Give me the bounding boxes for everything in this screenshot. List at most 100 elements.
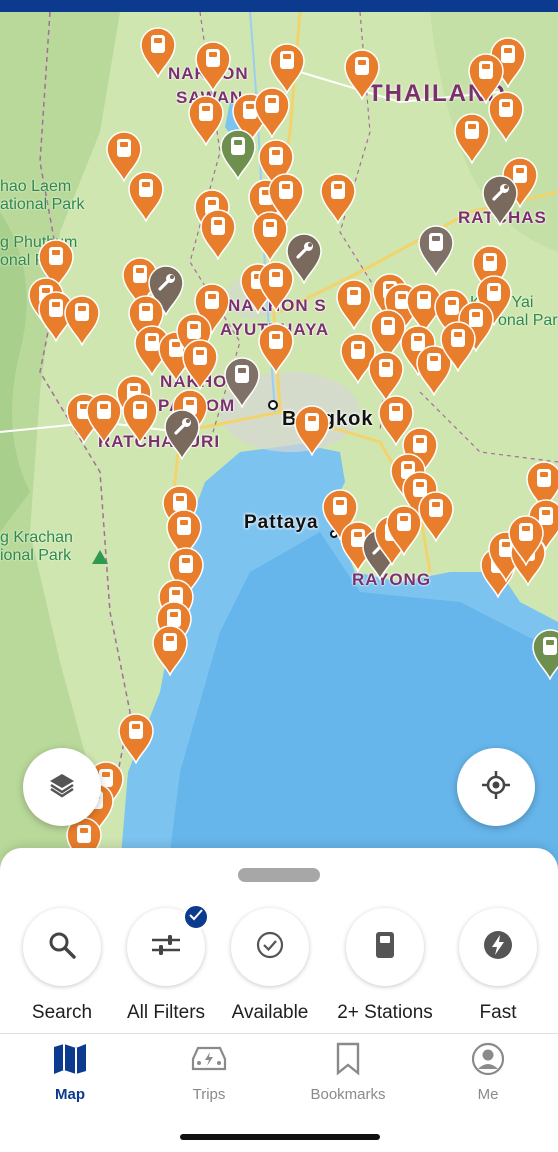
charger-icon [163,633,177,651]
bottom-tab-bar: Map Trips Bookmarks Me [0,1033,558,1152]
charger-icon [465,121,479,139]
charger-icon [417,291,431,309]
tab-label: Trips [192,1086,226,1103]
charger-icon [381,317,395,335]
locate-icon [480,769,512,806]
charger-icon [280,51,294,69]
tab-label: Bookmarks [310,1086,386,1103]
charging-station-pin[interactable] [531,628,558,680]
tab-bookmarks[interactable]: Bookmarks [283,1042,413,1103]
charging-station-pin[interactable] [257,322,295,374]
charger-icon [231,137,245,155]
charger-icon [269,147,283,165]
active-filter-badge [183,904,209,930]
check-circle-icon [255,930,285,965]
charging-station-pin[interactable] [343,48,381,100]
charging-station-pin[interactable] [385,504,423,556]
filter-2plus-stations-button[interactable] [346,908,424,986]
charger-icon [413,435,427,453]
park-label: g Krachan [0,529,73,546]
charger-icon [269,269,283,287]
filter-available[interactable]: Available [215,908,325,1024]
charging-station-pin[interactable] [151,624,189,676]
charger-icon [187,321,201,339]
tab-map[interactable]: Map [5,1042,135,1103]
charging-station-pin[interactable] [257,260,295,312]
filter-search[interactable]: Search [7,908,117,1024]
charging-station-pin[interactable] [293,404,331,456]
sliders-icon [150,931,182,964]
charging-station-pin[interactable] [439,320,477,372]
charging-station-pin[interactable] [223,356,261,408]
filter-all-filters[interactable]: All Filters [111,904,221,1024]
charging-station-pin[interactable] [194,40,232,92]
filter-2plus-stations[interactable]: 2+ Stations [330,908,440,1024]
filter-label: All Filters [126,1002,206,1023]
service-station-pin[interactable] [481,174,519,226]
status-bar-strip [0,0,558,12]
charging-station-pin[interactable] [507,514,545,566]
charger-icon [129,721,143,739]
filter-fast-button[interactable] [459,908,537,986]
user-icon [471,1042,505,1081]
tab-trips[interactable]: Trips [144,1042,274,1103]
charger-icon [97,401,111,419]
charging-station-pin[interactable] [121,392,159,444]
charger-icon [543,637,557,655]
charger-icon [77,825,91,843]
charging-station-pin[interactable] [117,712,155,764]
charging-station-pin[interactable] [319,172,357,224]
charging-station-pin[interactable] [487,90,525,142]
filter-all-filters-button[interactable] [127,904,209,986]
charging-station-pin[interactable] [219,128,257,180]
city-dot [268,400,278,410]
charger-icon [355,57,369,75]
charger-icon [263,219,277,237]
service-station-pin[interactable] [163,408,201,460]
charger-icon [179,555,193,573]
sheet-drag-handle[interactable] [238,868,320,882]
charging-station-pin[interactable] [85,392,123,444]
charging-station-pin[interactable] [453,112,491,164]
charger-icon [347,287,361,305]
charging-station-pin[interactable] [335,278,373,330]
park-label: ational Park [0,196,85,213]
home-indicator [180,1134,380,1140]
charger-icon [206,49,220,67]
charger-icon [117,139,131,157]
charging-station-pin[interactable] [139,26,177,78]
charger-icon [451,329,465,347]
charger-icon [429,499,443,517]
charger-icon [133,265,147,283]
tab-me[interactable]: Me [423,1042,553,1103]
charger-icon [487,283,501,301]
charger-icon [333,497,347,515]
charger-icon [49,299,63,317]
locate-me-button[interactable] [457,748,535,826]
city-label-pattaya: Pattaya [244,512,319,533]
checkmark-icon [189,908,203,926]
charger-icon [519,523,533,541]
charger-icon [177,517,191,535]
charger-icon [265,95,279,113]
tab-label: Me [477,1086,499,1103]
charging-station-pin[interactable] [417,224,455,276]
charger-icon [139,303,153,321]
filter-available-button[interactable] [231,908,309,986]
filter-search-button[interactable] [23,908,101,986]
filter-label: Available [231,1002,309,1023]
park-label: ional Park [0,547,72,564]
filter-fast[interactable]: Fast [443,908,553,1024]
layers-icon [47,770,77,805]
charging-station-pin[interactable] [181,338,219,390]
charger-icon [537,469,551,487]
charging-station-pin[interactable] [253,86,291,138]
layers-button[interactable] [23,748,101,826]
charging-station-pin[interactable] [251,210,289,262]
charging-station-pin[interactable] [127,170,165,222]
charging-station-pin[interactable] [63,294,101,346]
charger-icon [151,35,165,53]
fuel-pump-icon [373,930,397,965]
charger-icon [279,181,293,199]
charging-station-pin[interactable] [199,208,237,260]
